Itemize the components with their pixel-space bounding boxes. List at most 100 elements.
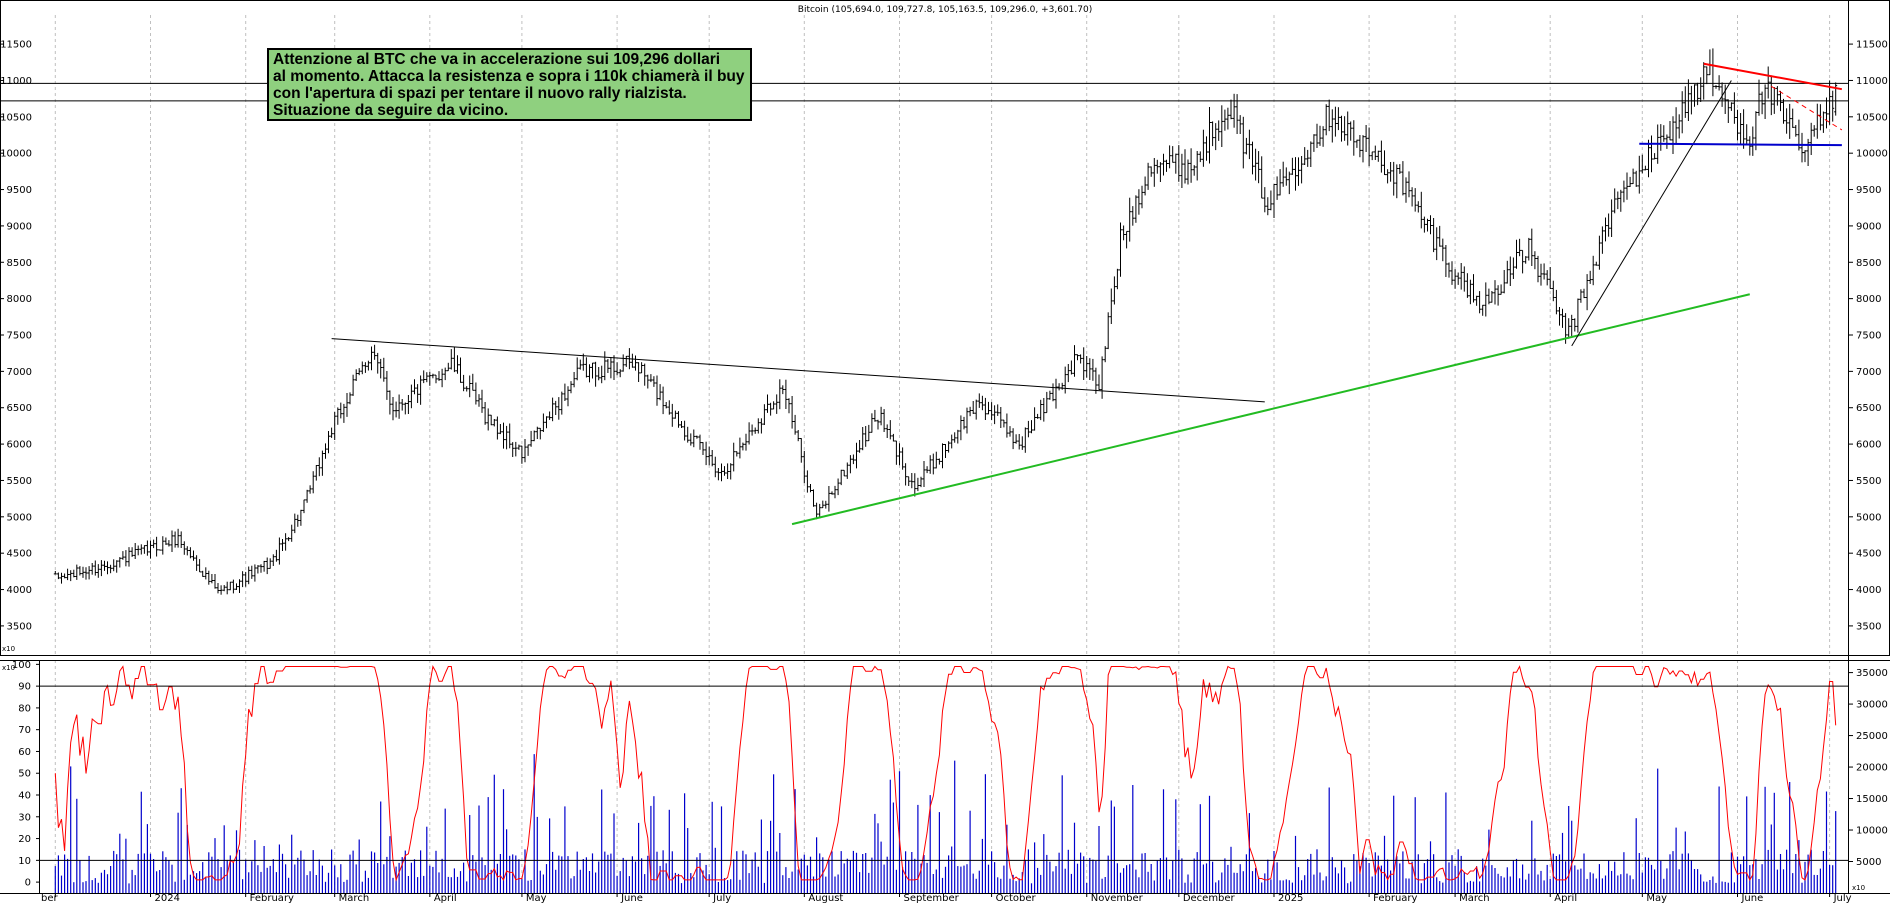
price-bar — [274, 549, 278, 562]
price-bar — [1165, 159, 1168, 172]
price-bar — [459, 357, 462, 383]
price-bar — [1275, 176, 1279, 200]
price-bar — [1705, 66, 1709, 85]
price-bar — [327, 431, 330, 454]
price-bar — [686, 426, 690, 443]
stoch-tick-label: 80 — [18, 703, 31, 714]
month-label: February — [1373, 893, 1417, 903]
price-bar — [569, 381, 573, 394]
price-bar — [1284, 167, 1288, 186]
price-bar — [1459, 263, 1463, 290]
price-bar — [1472, 274, 1475, 303]
price-bar — [1696, 82, 1700, 106]
price-bar — [241, 571, 245, 588]
price-bar — [710, 450, 714, 467]
price-bar — [999, 407, 1003, 428]
price-bar — [1174, 153, 1178, 174]
price-bar — [1143, 176, 1147, 196]
price-bar — [778, 379, 782, 410]
stoch-scale-label: x10 — [2, 664, 15, 672]
price-bar — [99, 560, 103, 577]
price-bar — [1103, 346, 1107, 363]
price-bar — [1343, 116, 1347, 141]
price-bar — [572, 372, 576, 388]
price-bar — [72, 569, 76, 578]
price-bar — [1674, 107, 1678, 144]
price-bar — [996, 404, 1000, 416]
price-bar — [1152, 158, 1156, 187]
price-bar — [293, 513, 297, 534]
volume-tick-label: 15000 — [1856, 794, 1888, 805]
price-bar — [1073, 345, 1076, 377]
price-bar — [1260, 156, 1264, 199]
price-bar — [152, 539, 156, 549]
price-bar — [1241, 116, 1245, 169]
price-bar — [1487, 288, 1491, 305]
price-bar — [1048, 390, 1052, 400]
price-bar — [112, 559, 116, 572]
price-bar — [1134, 195, 1138, 223]
volume-tick-label: 35000 — [1856, 668, 1888, 679]
stoch-tick-label: 70 — [18, 725, 31, 736]
price-bar — [1005, 413, 1009, 438]
price-bar — [1812, 125, 1816, 137]
price-bar — [471, 373, 475, 391]
price-bar — [142, 545, 146, 554]
price-bar — [680, 421, 683, 428]
price-bar — [1468, 279, 1472, 305]
price-bar — [624, 355, 628, 367]
stoch-tick-label: 40 — [18, 791, 31, 802]
price-bar — [118, 557, 122, 568]
price-bar — [342, 403, 346, 423]
price-bar — [1051, 383, 1055, 402]
price-bar — [1211, 121, 1215, 147]
price-bar — [1155, 159, 1159, 174]
price-bar — [69, 570, 73, 582]
price-bar — [523, 439, 527, 463]
price-bar — [882, 409, 886, 432]
price-bar — [1481, 304, 1485, 316]
price-bar — [609, 357, 613, 379]
price-bar — [1662, 125, 1666, 142]
price-bar — [1158, 162, 1162, 182]
price-bar — [1683, 86, 1687, 118]
volume-tick-label: 25000 — [1856, 731, 1888, 742]
price-bar — [1294, 157, 1297, 191]
price-bar — [1395, 164, 1399, 199]
price-bar — [195, 555, 199, 571]
price-bar — [1825, 97, 1828, 129]
price-bar — [532, 430, 536, 442]
price-bar — [815, 502, 819, 520]
price-bar — [563, 383, 567, 401]
price-bar — [1128, 197, 1132, 242]
note-line-3: con l'apertura di spazi per tentare il n… — [273, 85, 687, 102]
price-bar — [983, 397, 987, 420]
price-bar — [290, 524, 294, 542]
price-bar — [139, 544, 143, 555]
price-bar — [1447, 262, 1451, 278]
price-bar — [176, 528, 180, 548]
price-bar — [1370, 151, 1374, 161]
price-bar — [775, 394, 779, 414]
price-tick-label-right: 4000 — [1856, 585, 1881, 596]
price-bar — [155, 536, 159, 557]
price-bar — [103, 560, 106, 571]
price-bar — [907, 476, 911, 486]
price-bar — [1235, 94, 1239, 134]
price-bar — [348, 392, 352, 405]
price-bar — [1708, 49, 1712, 76]
price-bar — [545, 416, 548, 429]
price-bar — [330, 427, 334, 438]
price-bar — [127, 547, 131, 567]
price-bar — [1622, 180, 1626, 203]
price-bar — [495, 416, 499, 440]
price-bar — [713, 456, 717, 478]
price-bar — [1333, 106, 1337, 137]
price-bar — [1604, 217, 1607, 242]
price-bar — [1634, 170, 1638, 187]
price-bar — [1800, 132, 1804, 163]
price-bar — [462, 374, 466, 392]
price-bar — [548, 411, 552, 420]
price-tick-label-right: 7500 — [1856, 331, 1881, 342]
price-bar — [259, 564, 263, 573]
